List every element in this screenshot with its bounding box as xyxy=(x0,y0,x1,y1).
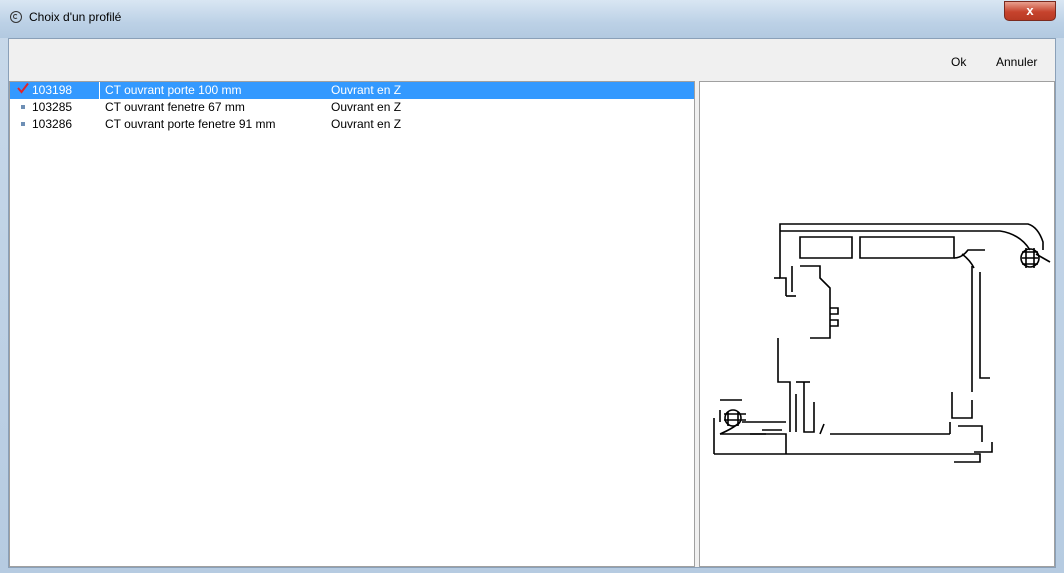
bullet-icon xyxy=(16,116,30,133)
profile-row[interactable]: 103286 CT ouvrant porte fenetre 91 mm Ou… xyxy=(10,116,694,133)
toolbar: Ok Annuler xyxy=(9,39,1055,81)
checkmark-icon xyxy=(16,82,30,99)
dialog-window: Choix d'un profilé x Ok Annuler 103198 C… xyxy=(0,0,1064,573)
profile-type: Ouvrant en Z xyxy=(331,100,402,114)
profile-code: 103285 xyxy=(32,100,73,114)
cancel-button[interactable]: Annuler xyxy=(996,55,1037,69)
title-bar[interactable]: Choix d'un profilé x xyxy=(0,0,1064,38)
bullet-icon xyxy=(16,99,30,116)
profile-type: Ouvrant en Z xyxy=(331,83,402,97)
profile-preview xyxy=(699,81,1055,567)
close-button[interactable]: x xyxy=(1004,1,1056,21)
profile-description: CT ouvrant porte 100 mm xyxy=(105,83,242,97)
profile-row[interactable]: 103285 CT ouvrant fenetre 67 mm Ouvrant … xyxy=(10,99,694,116)
profile-code: 103286 xyxy=(32,117,73,131)
profile-code: 103198 xyxy=(32,83,73,97)
profile-description: CT ouvrant porte fenetre 91 mm xyxy=(105,117,276,131)
app-icon xyxy=(10,11,22,23)
ok-button[interactable]: Ok xyxy=(951,55,966,69)
profile-list[interactable]: 103198 CT ouvrant porte 100 mm Ouvrant e… xyxy=(9,81,695,567)
profile-type: Ouvrant en Z xyxy=(331,117,402,131)
profile-row[interactable]: 103198 CT ouvrant porte 100 mm Ouvrant e… xyxy=(10,82,694,99)
focus-cell-border xyxy=(99,82,100,99)
profile-description: CT ouvrant fenetre 67 mm xyxy=(105,100,245,114)
profile-cross-section-drawing xyxy=(713,223,1051,463)
window-title: Choix d'un profilé xyxy=(29,10,122,24)
dialog-body: Ok Annuler 103198 CT ouvrant porte 100 m… xyxy=(8,38,1056,568)
